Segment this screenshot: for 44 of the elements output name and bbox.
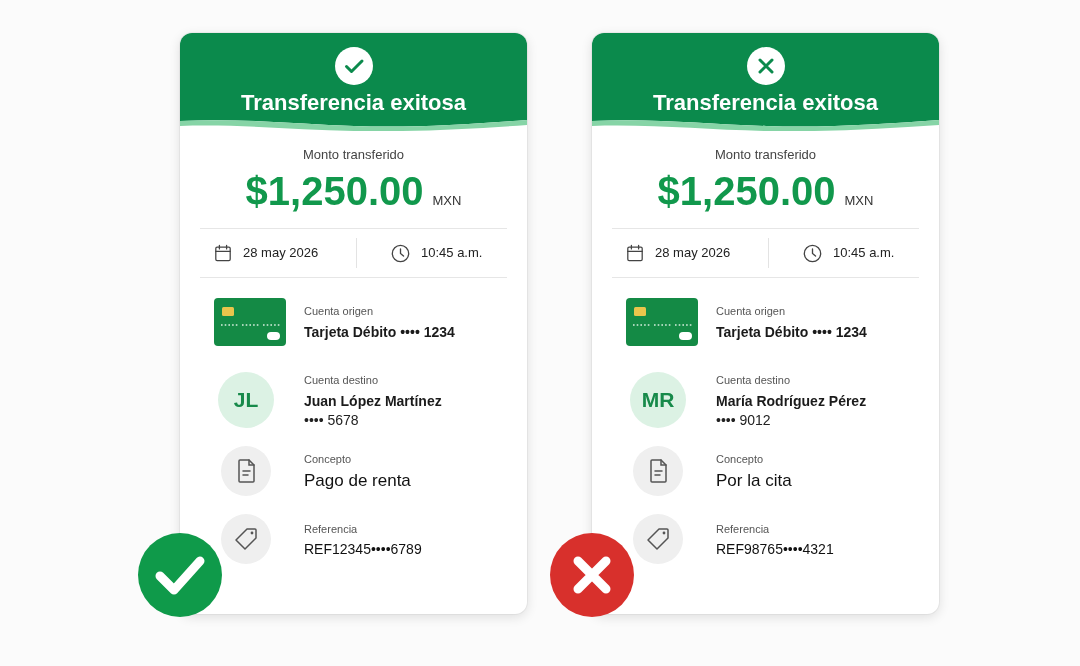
detail-label: Cuenta origen: [304, 304, 374, 318]
detail-value: REF12345••••6789: [304, 540, 422, 557]
currency-label: MXN: [844, 193, 874, 209]
calendar-icon: [214, 244, 232, 262]
amount-label: Monto transferido: [302, 147, 405, 163]
detail-value: Tarjeta Débito •••• 1234: [716, 324, 867, 340]
detail-label: Cuenta destino: [716, 372, 790, 387]
detail-label: Cuenta destino: [304, 372, 378, 387]
account-number: •••• 9012: [716, 411, 771, 428]
detail-label: Concepto: [304, 451, 352, 466]
document-icon: [633, 446, 683, 496]
detail-value: Tarjeta Débito •••• 1234: [304, 324, 455, 340]
clock-icon: [391, 243, 410, 263]
amount-value: $1,250.00: [245, 169, 424, 213]
check-circle-icon: [334, 47, 373, 85]
debit-card-icon: [626, 298, 698, 346]
detail-label: Concepto: [716, 451, 764, 466]
detail-label: Referencia: [716, 521, 770, 536]
tag-icon: [633, 514, 683, 564]
cross-circle-icon: [746, 47, 785, 85]
date-text: 28 may 2026: [243, 245, 319, 261]
date-text: 28 may 2026: [655, 245, 731, 261]
detail-value: REF98765••••4321: [716, 540, 834, 557]
detail-value: Por la cita: [716, 470, 792, 491]
detail-label: Referencia: [304, 521, 358, 536]
detail-label: Cuenta origen: [716, 304, 786, 318]
header-title: Transferencia exitosa: [653, 91, 878, 115]
detail-value: Pago de renta: [304, 470, 411, 491]
calendar-icon: [626, 244, 644, 262]
detail-value: Juan López Martínez: [304, 392, 442, 409]
time-text: 10:45 a.m.: [421, 245, 483, 261]
debit-card-icon: [214, 298, 286, 346]
header-title: Transferencia exitosa: [241, 91, 466, 115]
detail-value: María Rodríguez Pérez: [716, 392, 867, 409]
tag-icon: [221, 514, 271, 564]
initials-avatar: MR: [630, 372, 686, 428]
document-icon: [221, 446, 271, 496]
amount-value: $1,250.00: [657, 169, 836, 213]
currency-label: MXN: [432, 193, 462, 209]
amount-label: Monto transferido: [714, 147, 817, 163]
time-text: 10:45 a.m.: [833, 245, 895, 261]
clock-icon: [803, 243, 822, 263]
account-number: •••• 5678: [304, 411, 359, 428]
initials-avatar: JL: [218, 372, 274, 428]
